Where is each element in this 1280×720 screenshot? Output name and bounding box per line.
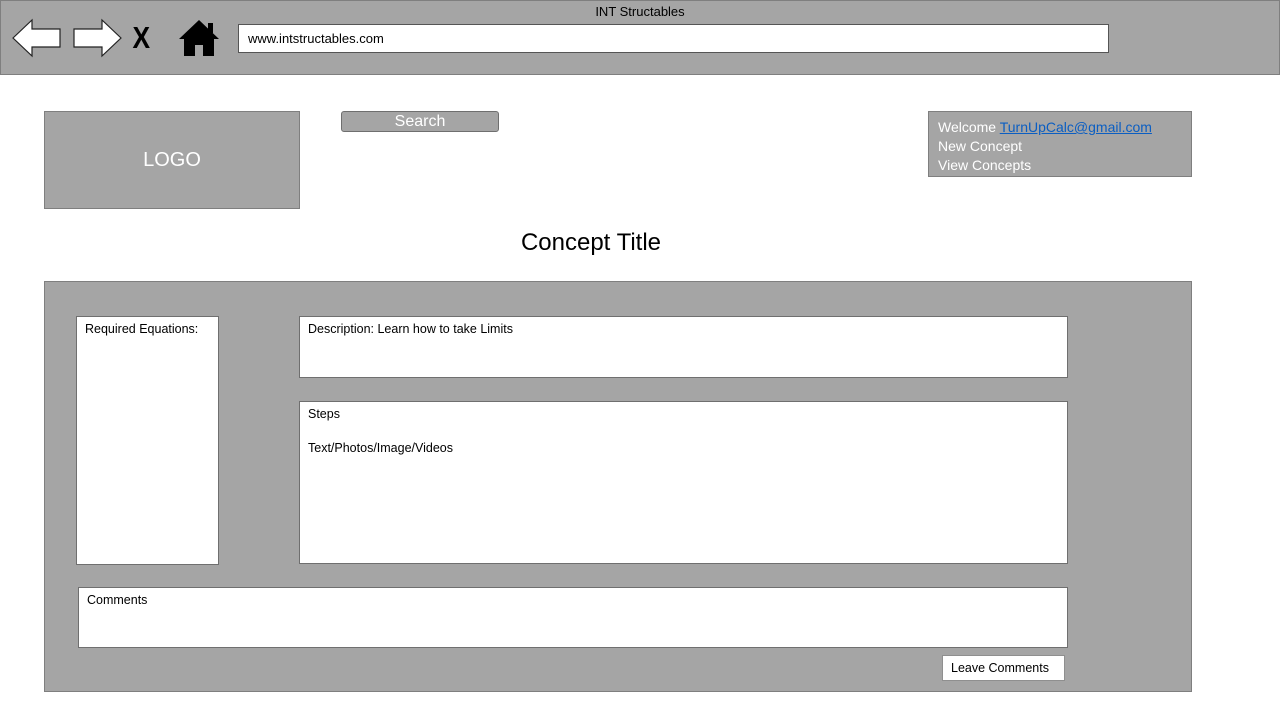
home-icon[interactable]: [178, 19, 220, 57]
leave-comments-button[interactable]: Leave Comments: [942, 655, 1065, 681]
user-email-link[interactable]: TurnUpCalc@gmail.com: [1000, 119, 1152, 135]
required-equations-label: Required Equations:: [85, 322, 199, 336]
description-text: Description: Learn how to take Limits: [308, 322, 513, 336]
comments-field[interactable]: Comments: [78, 587, 1068, 648]
user-menu: Welcome TurnUpCalc@gmail.com New Concept…: [928, 111, 1192, 177]
forward-arrow-icon[interactable]: [72, 18, 122, 58]
address-bar[interactable]: www.intstructables.com: [238, 24, 1109, 53]
page-title: Concept Title: [520, 229, 662, 256]
logo: LOGO: [44, 111, 300, 209]
steps-box: Steps Text/Photos/Image/Videos: [299, 401, 1068, 564]
description-box: Description: Learn how to take Limits: [299, 316, 1068, 378]
new-concept-link[interactable]: New Concept: [938, 137, 1182, 156]
welcome-label: Welcome: [938, 119, 997, 135]
window-title: INT Structables: [595, 4, 685, 19]
required-equations-box: Required Equations:: [76, 316, 219, 565]
stop-button[interactable]: X: [133, 21, 151, 55]
steps-content: Text/Photos/Image/Videos: [308, 441, 453, 455]
view-concepts-link[interactable]: View Concepts: [938, 156, 1182, 175]
steps-label: Steps: [308, 407, 340, 421]
comments-label: Comments: [87, 593, 148, 607]
back-arrow-icon[interactable]: [12, 18, 62, 58]
search-button[interactable]: Search: [341, 111, 499, 132]
